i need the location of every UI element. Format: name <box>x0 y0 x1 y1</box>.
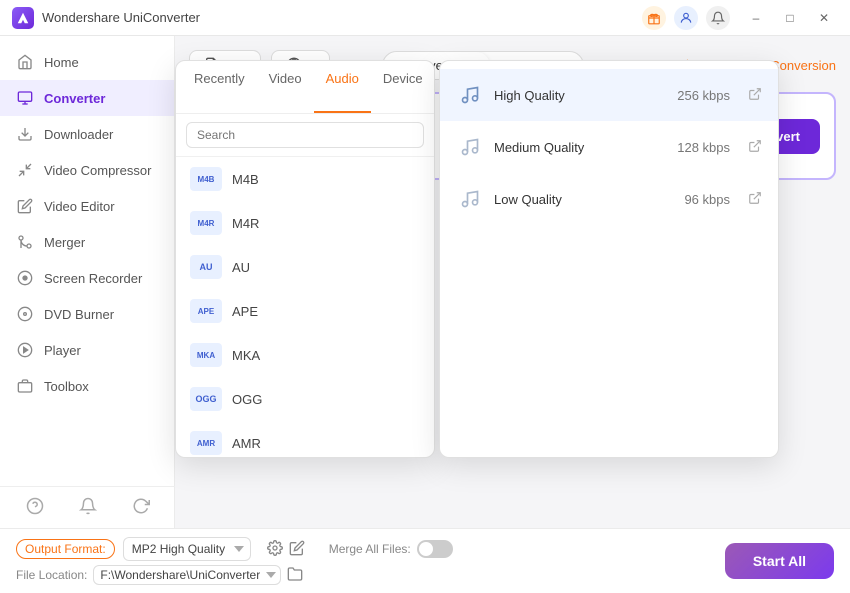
downloader-icon <box>16 125 34 143</box>
quality-medium-edit-icon[interactable] <box>748 139 762 156</box>
sidebar-item-player[interactable]: Player <box>0 332 174 368</box>
mka-format-icon: MKA <box>190 343 222 367</box>
file-location-row: File Location: F:\Wondershare\UniConvert… <box>16 565 709 585</box>
titlebar: Wondershare UniConverter – □ ✕ <box>0 0 850 36</box>
merge-row: Merge All Files: <box>329 540 453 558</box>
sidebar-item-dvd-burner[interactable]: DVD Burner <box>0 296 174 332</box>
refresh-icon[interactable] <box>132 497 150 518</box>
format-tab-video[interactable]: Video <box>257 61 314 113</box>
gift-icon[interactable] <box>642 6 666 30</box>
quality-panel: High Quality 256 kbps Medium Quality 128… <box>439 60 779 458</box>
format-item-au[interactable]: AU AU <box>176 245 434 289</box>
help-icon[interactable] <box>26 497 44 518</box>
sidebar-label-player: Player <box>44 343 81 358</box>
record-icon <box>16 269 34 287</box>
quality-low-edit-icon[interactable] <box>748 191 762 208</box>
start-all-button[interactable]: Start All <box>725 543 834 579</box>
settings-icon[interactable] <box>267 540 283 559</box>
main-content: + ▾ ▾ Converting Finished High Speed Con… <box>175 36 850 528</box>
sidebar-item-screen-recorder[interactable]: Screen Recorder <box>0 260 174 296</box>
sidebar-item-merger[interactable]: Merger <box>0 224 174 260</box>
format-list: M4B M4B M4R M4R AU AU APE APE <box>176 157 434 457</box>
dvd-icon <box>16 305 34 323</box>
merge-icon <box>16 233 34 251</box>
sidebar-label-home: Home <box>44 55 79 70</box>
sidebar-label-toolbox: Toolbox <box>44 379 89 394</box>
m4b-format-icon: M4B <box>190 167 222 191</box>
titlebar-action-icons <box>642 6 730 30</box>
app-title: Wondershare UniConverter <box>42 10 642 25</box>
notification-icon[interactable] <box>79 497 97 518</box>
format-item-amr[interactable]: AMR AMR <box>176 421 434 457</box>
sidebar-item-converter[interactable]: Converter <box>0 80 174 116</box>
sidebar-label-merger: Merger <box>44 235 85 250</box>
merge-toggle[interactable] <box>417 540 453 558</box>
merge-label: Merge All Files: <box>329 542 411 556</box>
user-icon[interactable] <box>674 6 698 30</box>
amr-format-icon: AMR <box>190 431 222 455</box>
ape-format-icon: APE <box>190 299 222 323</box>
minimize-button[interactable]: – <box>742 8 770 28</box>
format-search-area <box>176 114 434 157</box>
file-location-select[interactable]: F:\Wondershare\UniConverter <box>93 565 281 585</box>
sidebar-label-video-compressor: Video Compressor <box>44 163 151 178</box>
sidebar-label-screen-recorder: Screen Recorder <box>44 271 142 286</box>
output-format-select[interactable]: MP2 High Quality <box>123 537 251 561</box>
sidebar-item-video-editor[interactable]: Video Editor <box>0 188 174 224</box>
sidebar-bottom <box>0 486 175 528</box>
quality-item-medium[interactable]: Medium Quality 128 kbps <box>440 121 778 173</box>
format-quality-dropdown: Recently Video Audio Device Web Video M4… <box>175 60 779 458</box>
format-tab-bar: Recently Video Audio Device Web Video <box>176 61 434 114</box>
quality-high-edit-icon[interactable] <box>748 87 762 104</box>
output-format-label: Output Format: <box>16 539 115 559</box>
format-item-m4b[interactable]: M4B M4B <box>176 157 434 201</box>
edit-icon2[interactable] <box>289 540 305 559</box>
edit-icon <box>16 197 34 215</box>
folder-icon[interactable] <box>287 566 303 585</box>
file-location-label: File Location: <box>16 568 87 582</box>
format-tab-recently[interactable]: Recently <box>182 61 257 113</box>
bottom-left-area: Output Format: MP2 High Quality Merge Al… <box>16 537 709 585</box>
format-tab-audio[interactable]: Audio <box>314 61 371 113</box>
sidebar-item-video-compressor[interactable]: Video Compressor <box>0 152 174 188</box>
sidebar-item-toolbox[interactable]: Toolbox <box>0 368 174 404</box>
sidebar-label-dvd-burner: DVD Burner <box>44 307 114 322</box>
maximize-button[interactable]: □ <box>776 8 804 28</box>
compress-icon <box>16 161 34 179</box>
play-icon <box>16 341 34 359</box>
format-item-ape[interactable]: APE APE <box>176 289 434 333</box>
sidebar: Home Converter Downloader Video Compress… <box>0 36 175 528</box>
m4r-format-icon: M4R <box>190 211 222 235</box>
sidebar-label-downloader: Downloader <box>44 127 113 142</box>
music-low-icon <box>456 185 484 213</box>
sidebar-item-downloader[interactable]: Downloader <box>0 116 174 152</box>
output-extra-icons <box>267 540 305 559</box>
format-tab-device[interactable]: Device <box>371 61 435 113</box>
quality-item-low[interactable]: Low Quality 96 kbps <box>440 173 778 225</box>
bell-icon[interactable] <box>706 6 730 30</box>
bottom-bar: Output Format: MP2 High Quality Merge Al… <box>0 528 850 593</box>
home-icon <box>16 53 34 71</box>
app-body: Home Converter Downloader Video Compress… <box>0 36 850 528</box>
app-logo <box>12 7 34 29</box>
format-panel: Recently Video Audio Device Web Video M4… <box>175 60 435 458</box>
format-search-input[interactable] <box>186 122 424 148</box>
music-medium-icon <box>456 133 484 161</box>
output-format-row: Output Format: MP2 High Quality Merge Al… <box>16 537 709 561</box>
format-item-m4r[interactable]: M4R M4R <box>176 201 434 245</box>
format-item-ogg[interactable]: OGG OGG <box>176 377 434 421</box>
ogg-format-icon: OGG <box>190 387 222 411</box>
music-high-icon <box>456 81 484 109</box>
sidebar-item-home[interactable]: Home <box>0 44 174 80</box>
window-controls: – □ ✕ <box>742 8 838 28</box>
au-format-icon: AU <box>190 255 222 279</box>
sidebar-label-video-editor: Video Editor <box>44 199 115 214</box>
format-item-mka[interactable]: MKA MKA <box>176 333 434 377</box>
quality-item-high[interactable]: High Quality 256 kbps <box>440 69 778 121</box>
sidebar-label-converter: Converter <box>44 91 105 106</box>
converter-icon <box>16 89 34 107</box>
toggle-knob <box>419 542 433 556</box>
close-button[interactable]: ✕ <box>810 8 838 28</box>
toolbox-icon <box>16 377 34 395</box>
